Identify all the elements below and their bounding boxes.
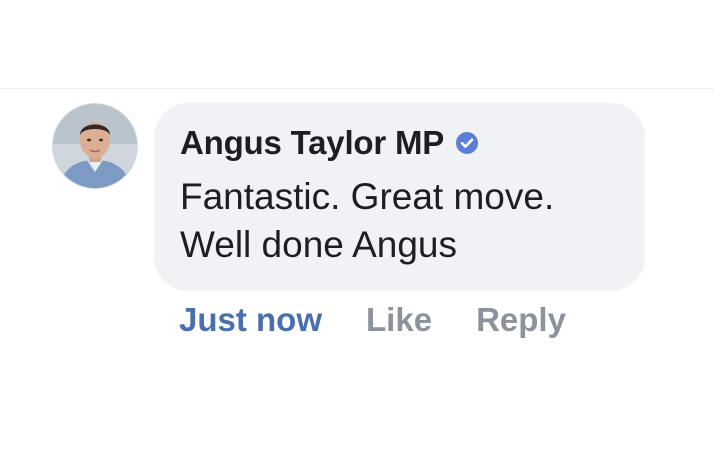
comment-bubble: Angus Taylor MP Fantastic. Great move. W…: [154, 103, 645, 291]
profile-photo: [53, 104, 137, 188]
like-button[interactable]: Like: [366, 298, 432, 342]
comment-text-line: Well done Angus: [180, 224, 458, 265]
comment-actions: Just now Like Reply: [179, 298, 566, 342]
comment-text-line: Fantastic. Great move.: [180, 176, 555, 217]
avatar[interactable]: [53, 104, 137, 188]
comment-text: Fantastic. Great move. Well done Angus: [180, 173, 635, 269]
timestamp-link[interactable]: Just now: [179, 298, 322, 342]
author-row: Angus Taylor MP: [180, 125, 479, 161]
author-name[interactable]: Angus Taylor MP: [180, 125, 444, 161]
comment: Angus Taylor MP Fantastic. Great move. W…: [0, 0, 714, 476]
verified-badge-icon: [456, 132, 479, 154]
reply-button[interactable]: Reply: [476, 298, 566, 342]
